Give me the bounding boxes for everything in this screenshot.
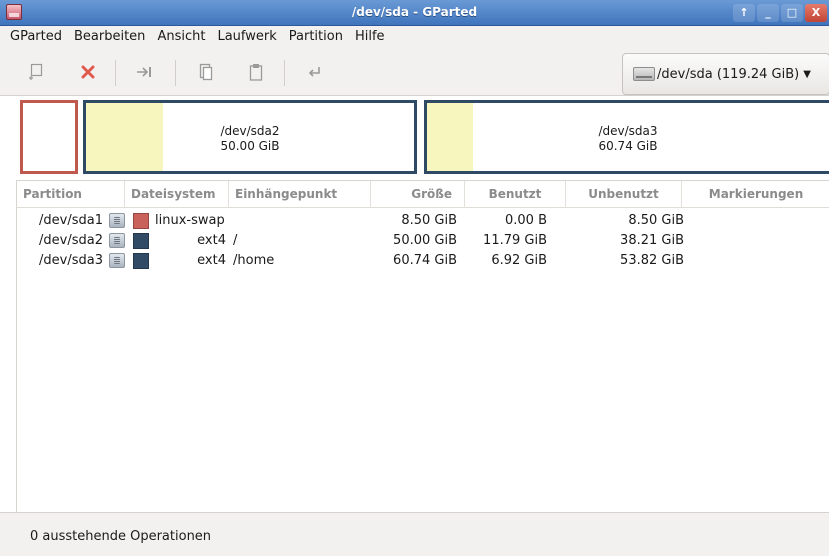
resize-move-icon xyxy=(137,67,151,77)
column-header-mountpoint[interactable]: Einhängepunkt xyxy=(229,181,371,208)
partition-cell: /dev/sda3 xyxy=(39,253,103,268)
menu-partition[interactable]: Partition xyxy=(283,26,349,48)
size-cell: 50.00 GiB xyxy=(393,233,457,248)
filesystem-color-swatch xyxy=(133,213,149,229)
column-header-size[interactable]: Größe xyxy=(371,181,465,208)
partition-name-label: /dev/sda2 xyxy=(220,124,280,138)
delete-icon xyxy=(81,65,95,79)
list-header: Partition Dateisystem Einhängepunkt Größ… xyxy=(17,181,829,208)
menu-laufwerk[interactable]: Laufwerk xyxy=(211,26,282,48)
filesystem-cell: ext4 xyxy=(197,253,226,268)
mountpoint-cell: / xyxy=(233,233,238,248)
table-row[interactable]: /dev/sda2 ext4 / 50.00 GiB 11.79 GiB 38.… xyxy=(17,231,829,251)
device-label: /dev/sda (119.24 GiB) xyxy=(657,66,800,82)
paste-button[interactable] xyxy=(244,60,268,84)
copy-icon xyxy=(199,63,213,81)
device-selector[interactable]: /dev/sda (119.24 GiB) ▼ xyxy=(622,53,829,95)
menu-bar: GParted Bearbeiten Ansicht Laufwerk Part… xyxy=(0,26,829,48)
column-header-unused[interactable]: Unbenutzt xyxy=(566,181,682,208)
copy-button[interactable] xyxy=(194,60,218,84)
status-bar: 0 ausstehende Operationen xyxy=(0,512,829,556)
column-header-flags[interactable]: Markierungen xyxy=(682,181,829,208)
resize-move-button[interactable] xyxy=(132,60,156,84)
menu-hilfe[interactable]: Hilfe xyxy=(349,26,391,48)
disk-map: /dev/sda2 50.00 GiB /dev/sda3 60.74 GiB xyxy=(16,96,829,178)
diskmap-partition-sda1[interactable] xyxy=(20,100,78,174)
column-header-used[interactable]: Benutzt xyxy=(465,181,566,208)
window-title: /dev/sda - GParted xyxy=(351,5,478,19)
used-cell: 11.79 GiB xyxy=(483,233,547,248)
partition-name-label: /dev/sda3 xyxy=(598,124,658,138)
window-close-button[interactable]: X xyxy=(805,4,827,22)
undo-icon xyxy=(308,67,320,77)
pending-operations-status: 0 ausstehende Operationen xyxy=(30,529,212,544)
partition-cell: /dev/sda2 xyxy=(39,233,103,248)
column-header-partition[interactable]: Partition xyxy=(17,181,125,208)
lock-icon xyxy=(109,253,125,268)
new-partition-icon xyxy=(29,63,43,80)
used-cell: 0.00 B xyxy=(505,213,547,228)
window-keep-above-button[interactable]: ↑ xyxy=(733,4,755,22)
table-row[interactable]: /dev/sda3 ext4 /home 60.74 GiB 6.92 GiB … xyxy=(17,251,829,271)
filesystem-color-swatch xyxy=(133,233,149,249)
size-cell: 8.50 GiB xyxy=(401,213,457,228)
diskmap-partition-sda2[interactable]: /dev/sda2 50.00 GiB xyxy=(83,100,417,174)
table-row[interactable]: /dev/sda1 linux-swap 8.50 GiB 0.00 B 8.5… xyxy=(17,211,829,231)
partition-cell: /dev/sda1 xyxy=(39,213,103,228)
filesystem-color-swatch xyxy=(133,253,149,269)
unused-cell: 53.82 GiB xyxy=(620,253,684,268)
menu-gparted[interactable]: GParted xyxy=(4,26,68,48)
partition-list: Partition Dateisystem Einhängepunkt Größ… xyxy=(16,180,829,512)
mountpoint-cell: /home xyxy=(233,253,275,268)
new-partition-button[interactable] xyxy=(24,60,48,84)
diskmap-partition-sda3[interactable]: /dev/sda3 60.74 GiB xyxy=(424,100,829,174)
paste-icon xyxy=(249,64,263,81)
window-minimize-button[interactable]: _ xyxy=(757,4,779,22)
unused-cell: 8.50 GiB xyxy=(628,213,684,228)
title-bar[interactable]: /dev/sda - GParted ↑ _ □ X xyxy=(0,0,829,26)
apply-undo-button[interactable] xyxy=(302,60,326,84)
chevron-down-icon: ▼ xyxy=(803,68,811,80)
lock-icon xyxy=(109,233,125,248)
delete-partition-button[interactable] xyxy=(76,60,100,84)
used-cell: 6.92 GiB xyxy=(491,253,547,268)
partition-size-label: 60.74 GiB xyxy=(598,139,658,153)
window-maximize-button[interactable]: □ xyxy=(781,4,803,22)
partition-size-label: 50.00 GiB xyxy=(220,139,280,153)
harddisk-icon xyxy=(633,67,655,81)
size-cell: 60.74 GiB xyxy=(393,253,457,268)
filesystem-cell: linux-swap xyxy=(155,213,225,228)
column-header-filesystem[interactable]: Dateisystem xyxy=(125,181,229,208)
menu-ansicht[interactable]: Ansicht xyxy=(151,26,211,48)
unused-cell: 38.21 GiB xyxy=(620,233,684,248)
menu-bearbeiten[interactable]: Bearbeiten xyxy=(68,26,151,48)
lock-icon xyxy=(109,213,125,228)
filesystem-cell: ext4 xyxy=(197,233,226,248)
